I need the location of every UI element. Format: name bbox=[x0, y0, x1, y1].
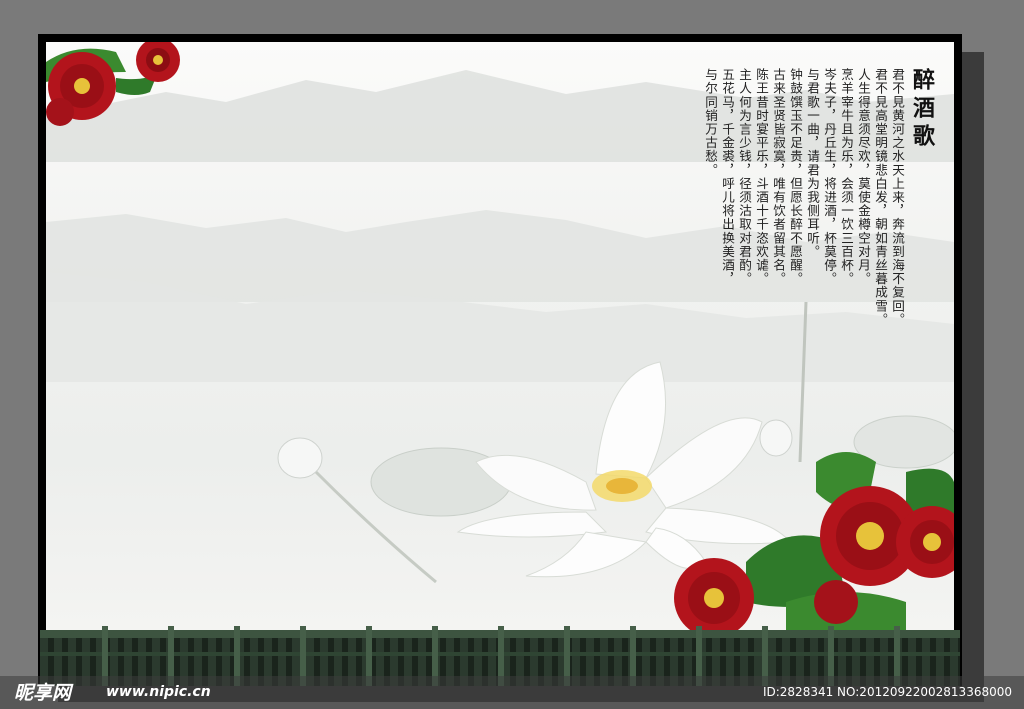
poem-title: 醉酒歌 bbox=[909, 68, 935, 152]
poem-line: 与君歌一曲，请君为我侧耳听。 bbox=[805, 68, 820, 259]
poem-line: 君不見高堂明镜悲白发，朝如青丝暮成雪。 bbox=[873, 68, 888, 327]
poem-line: 古来圣贤皆寂寞，唯有饮者留其名。 bbox=[771, 68, 786, 286]
lotus-bud bbox=[277, 437, 323, 479]
poem-line: 主人何为言少钱，径须沽取对君酌。 bbox=[737, 68, 752, 286]
lotus-bud bbox=[759, 419, 793, 457]
watermark-id: ID:2828341 NO:20120922002813368000 bbox=[762, 685, 1012, 699]
poem-line: 岑夫子，丹丘生，将进酒，杯莫停。 bbox=[822, 68, 837, 286]
poem-line: 钟鼓馔玉不足贵，但愿长醉不愿醒。 bbox=[788, 68, 803, 286]
poem-line: 与尔同销万古愁。 bbox=[703, 68, 718, 177]
watermark-url: www.nipic.cn bbox=[106, 684, 211, 700]
watermark-logo: 昵享网 bbox=[14, 682, 72, 704]
poem-line: 五花马，千金裘，呼儿将出换美酒， bbox=[720, 68, 735, 286]
artwork-canvas: 醉酒歌 君不見黄河之水天上来，奔流到海不复回。 君不見高堂明镜悲白发，朝如青丝暮… bbox=[46, 42, 954, 632]
poem-line: 陈王昔时宴平乐，斗酒十千恣欢谑。 bbox=[754, 68, 769, 286]
poem-line: 人生得意须尽欢，莫使金樽空对月。 bbox=[856, 68, 871, 286]
lotus-flower bbox=[456, 361, 791, 578]
poem-line: 烹羊宰牛且为乐，会须一饮三百杯。 bbox=[839, 68, 854, 286]
poem-line: 君不見黄河之水天上来，奔流到海不复回。 bbox=[890, 68, 905, 327]
poem-text: 醉酒歌 君不見黄河之水天上来，奔流到海不复回。 君不見高堂明镜悲白发，朝如青丝暮… bbox=[702, 68, 938, 388]
